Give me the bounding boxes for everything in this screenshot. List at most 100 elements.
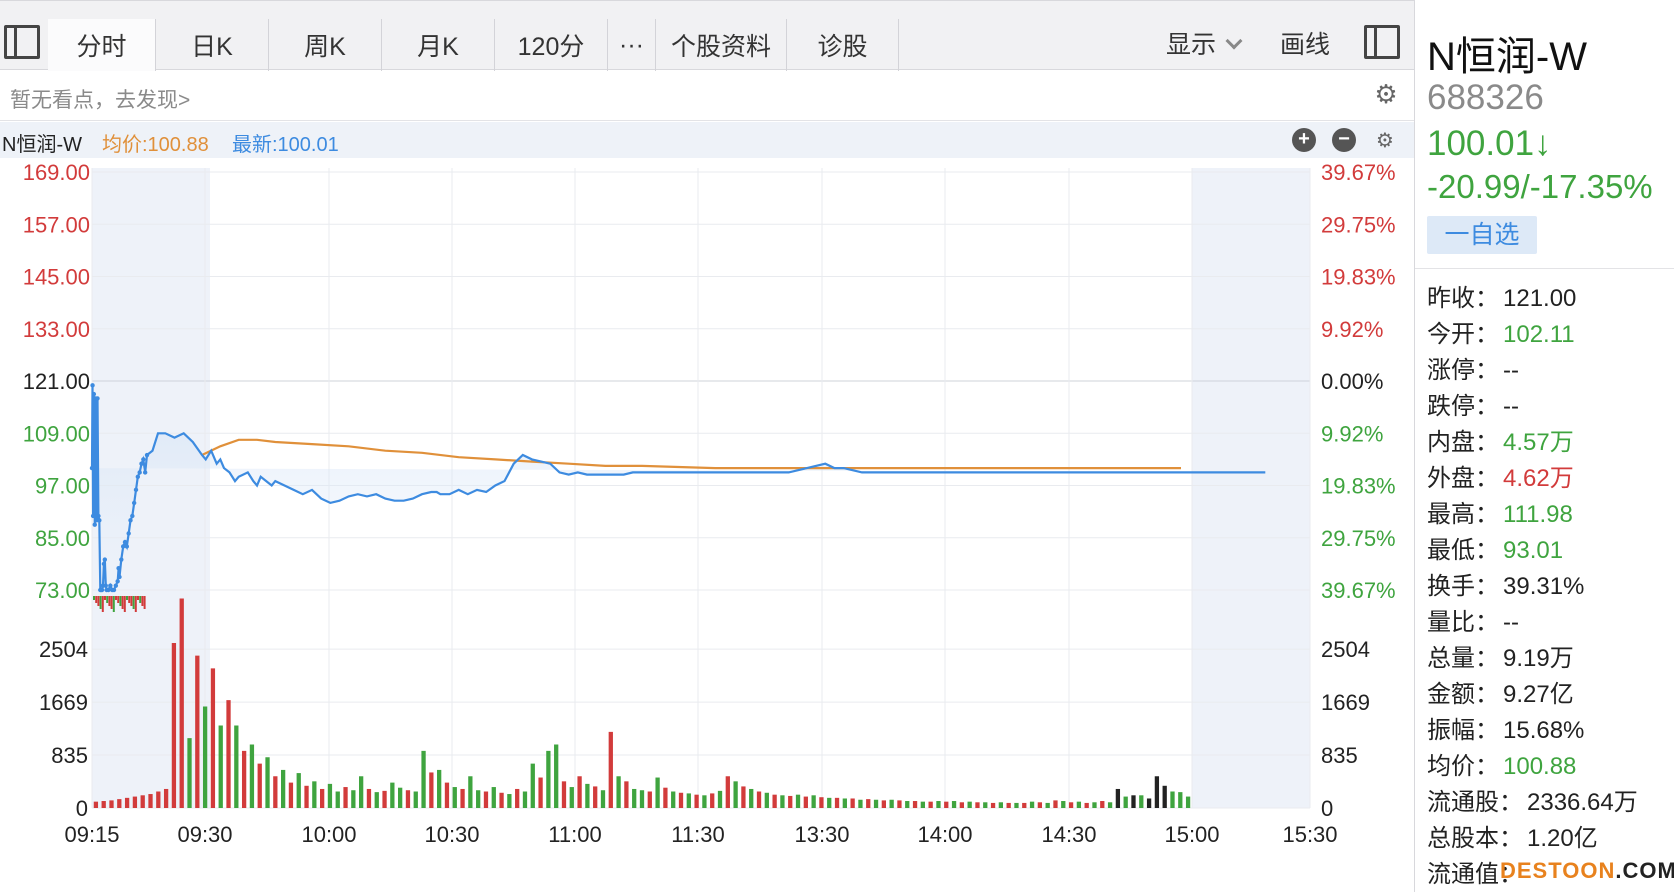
stat-label: 内盘：	[1427, 429, 1499, 456]
tab-more[interactable]: ···	[608, 19, 656, 71]
stat-value: 9.19万	[1503, 645, 1574, 672]
price-point	[113, 583, 119, 588]
stat-amplitude: 振幅： 15.68%	[1427, 710, 1638, 746]
pct-tick-label: 9.92%	[1321, 317, 1383, 342]
stat-value: --	[1503, 357, 1519, 384]
pct-tick-label: 39.67%	[1321, 578, 1396, 603]
pct-tick-label: 29.75%	[1321, 526, 1396, 551]
price-tick-label: 97.00	[35, 474, 90, 499]
zoom-in-icon[interactable]: +	[1292, 128, 1316, 152]
legend-stock-name: N恒润-W	[2, 134, 82, 156]
price-point	[122, 539, 128, 545]
stat-prev-close: 昨收： 121.00	[1427, 278, 1638, 314]
tab-120min[interactable]: 120分	[495, 19, 608, 71]
stat-label: 均价：	[1427, 753, 1499, 780]
time-tick-label: 14:30	[1041, 822, 1096, 847]
stat-value: 1.20亿	[1527, 825, 1598, 852]
price-point	[117, 574, 122, 580]
zoom-out-icon[interactable]: −	[1332, 128, 1356, 152]
settings-gear-icon[interactable]: ⚙	[1373, 81, 1399, 107]
price-point	[90, 383, 95, 388]
remove-watchlist-button[interactable]: 一自选	[1427, 216, 1537, 254]
stat-label: 昨收：	[1427, 285, 1499, 312]
tab-monthly-k[interactable]: 月K	[382, 19, 495, 71]
price-point	[133, 487, 139, 493]
price-point	[108, 583, 113, 588]
price-point	[95, 396, 100, 401]
stock-name: N恒润-W	[1427, 35, 1587, 79]
tab-stock-profile[interactable]: 个股资料	[656, 19, 787, 71]
tab-diagnose[interactable]: 诊股	[787, 19, 899, 71]
stat-outer: 外盘： 4.62万	[1427, 458, 1638, 494]
time-tick-label: 11:30	[671, 822, 724, 847]
price-point	[142, 470, 148, 475]
price-line	[90, 385, 1266, 592]
intraday-chart[interactable]: 169.00 39.67% 157.00 29.75% 145.00 19.83% 133.…	[0, 158, 1414, 892]
stat-value: 2336.64万	[1527, 789, 1638, 816]
tab-daily-k[interactable]: 日K	[156, 19, 269, 71]
price-point	[137, 470, 142, 475]
stat-total-volume: 总量： 9.19万	[1427, 638, 1638, 674]
price-point	[111, 587, 117, 593]
price-point	[91, 391, 97, 397]
volume-tick-label-right: 835	[1321, 743, 1358, 768]
price-tick-label: 145.00	[23, 265, 90, 290]
time-tick-label: 15:00	[1164, 822, 1219, 847]
stock-code: 688326	[1427, 78, 1544, 117]
price-point	[130, 513, 135, 519]
stat-value: 93.01	[1503, 537, 1564, 564]
stat-label: 量比：	[1427, 609, 1499, 636]
pct-tick-label: 39.67%	[1321, 160, 1396, 185]
price-area	[92, 385, 1266, 590]
stat-avg-price: 均价： 100.88	[1427, 746, 1638, 782]
highlight-strip: 暂无看点，去发现> ⚙	[0, 71, 1414, 121]
stat-value: 9.27亿	[1503, 681, 1574, 708]
chart-settings-gear-icon[interactable]: ⚙	[1372, 128, 1398, 154]
legend-latest-price: 最新:100.01	[232, 134, 339, 156]
time-tick-label: 13:30	[794, 822, 849, 847]
legend-avg-price: 均价:100.88	[102, 134, 209, 156]
volume-tick-label: 0	[76, 796, 88, 821]
display-label: 显示	[1166, 31, 1217, 59]
price-point	[135, 474, 141, 479]
stat-label: 外盘：	[1427, 465, 1499, 492]
price-tick-label: 121.00	[23, 369, 90, 394]
stat-value: 111.98	[1503, 501, 1573, 528]
watermark-tail: .COM	[1615, 858, 1674, 883]
stat-label: 最高：	[1427, 501, 1499, 528]
price-point	[97, 518, 102, 523]
price-tick-label: 85.00	[35, 526, 90, 551]
panel-toggle-icon[interactable]	[1364, 25, 1400, 59]
tab-weekly-k[interactable]: 周K	[269, 19, 382, 71]
watermark-brand: DESTOON	[1500, 858, 1616, 883]
price-tick-label: 73.00	[35, 578, 90, 603]
stat-label: 总股本：	[1427, 825, 1523, 852]
current-price: 100.01↓	[1427, 124, 1552, 163]
stat-limit-up: 涨停： --	[1427, 350, 1638, 386]
post-close-shade	[1192, 168, 1310, 808]
stat-open: 今开： 102.11	[1427, 314, 1638, 350]
price-point	[99, 587, 105, 593]
volume-tick-label: 835	[51, 743, 88, 768]
pct-tick-label: 9.92%	[1321, 421, 1383, 446]
discover-link[interactable]: 暂无看点，去发现>	[10, 84, 190, 114]
quote-stats: 昨收： 121.00 今开： 102.11 涨停： -- 跌停： -- 内盘： 4.57万…	[1427, 278, 1638, 890]
stat-low: 最低： 93.01	[1427, 530, 1638, 566]
volume-tick-label: 2504	[39, 637, 88, 662]
period-tabs: 分时 日K 周K 月K 120分 ··· 个股资料 诊股	[48, 19, 899, 71]
watermark-logo: DESTOON.COM	[1500, 858, 1674, 884]
time-tick-label: 14:00	[917, 822, 972, 847]
draw-line-button[interactable]: 画线	[1280, 25, 1330, 61]
price-point	[131, 500, 137, 506]
display-dropdown[interactable]: 显示	[1166, 25, 1243, 61]
price-point	[90, 513, 96, 519]
tab-intraday[interactable]: 分时	[48, 19, 156, 71]
price-point	[92, 522, 97, 527]
sidebar-toggle-icon[interactable]	[4, 25, 40, 59]
price-point	[103, 583, 108, 588]
stat-label: 最低：	[1427, 537, 1499, 564]
stat-limit-down: 跌停： --	[1427, 386, 1638, 422]
price-tick-label: 157.00	[23, 212, 90, 237]
stat-label: 今开：	[1427, 321, 1499, 348]
pct-tick-label: 0.00%	[1321, 369, 1383, 394]
